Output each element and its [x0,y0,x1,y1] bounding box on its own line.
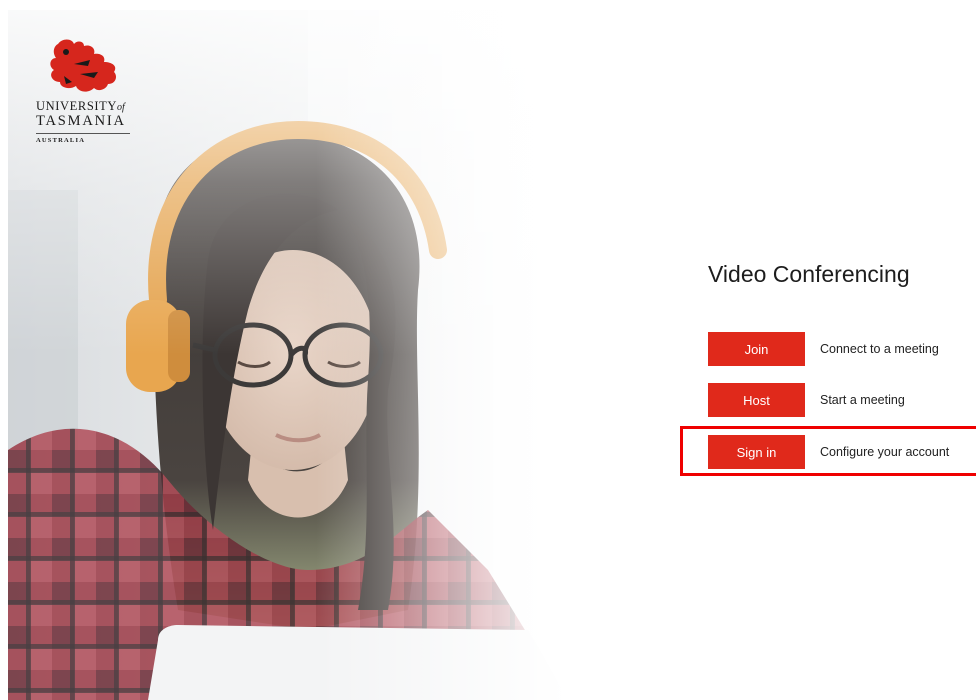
logo-line-australia: AUSTRALIA [36,136,86,144]
video-conferencing-panel: Video Conferencing Join Connect to a mee… [708,258,976,469]
logo-university-text: UNIVERSITY [36,99,117,113]
sign-in-description: Configure your account [820,445,950,459]
page: UNIVERSITYof TASMANIA AUSTRALIA Video Co… [0,0,976,700]
logo-of-text: of [117,102,125,113]
action-row-join: Join Connect to a meeting [708,332,939,366]
red-lion-crest-icon [50,39,116,92]
host-description: Start a meeting [820,393,905,407]
university-logo[interactable]: UNIVERSITYof TASMANIA AUSTRALIA [36,36,136,144]
sign-in-button[interactable]: Sign in [708,435,805,469]
logo-wordmark: UNIVERSITYof TASMANIA AUSTRALIA [36,100,136,144]
join-button[interactable]: Join [708,332,805,366]
host-button[interactable]: Host [708,383,805,417]
action-row-sign-in: Sign in Configure your account [708,435,949,469]
logo-divider [36,132,130,134]
logo-line-tasmania: TASMANIA [36,113,126,129]
logo-line-university: UNIVERSITYof [36,100,136,113]
page-title: Video Conferencing [708,261,910,287]
join-description: Connect to a meeting [820,342,939,356]
action-row-host: Host Start a meeting [708,383,905,417]
